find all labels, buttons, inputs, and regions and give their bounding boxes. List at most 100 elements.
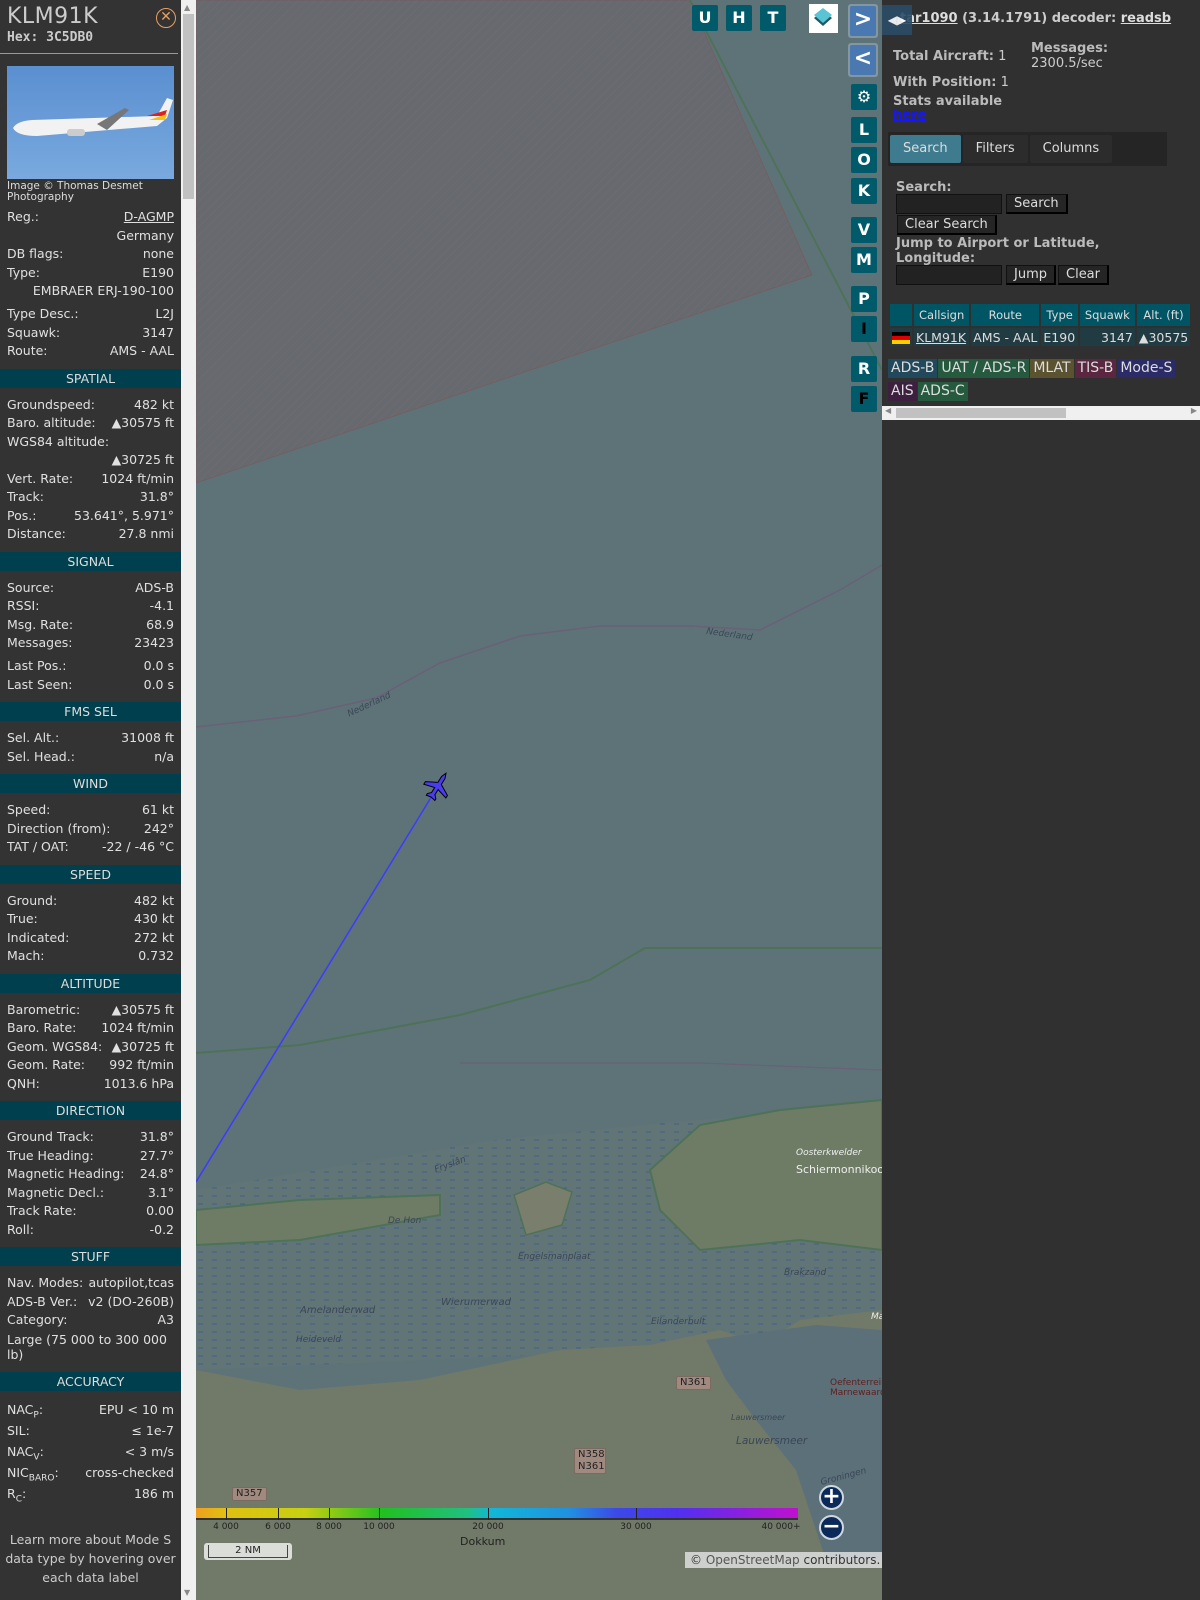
border-line [460, 1062, 882, 1071]
side-button-l[interactable]: L [851, 117, 877, 143]
info-label: Msg. Rate: [7, 616, 74, 632]
close-icon[interactable]: ✕ [156, 8, 176, 28]
table-row[interactable]: KLM91K AMS - AAL E190 3147 ▲30575 [890, 328, 1191, 346]
clear-search-button[interactable]: Clear Search [897, 215, 997, 235]
info-value: 27.7° [139, 1147, 174, 1163]
info-row: RC: 186 m [0, 1483, 181, 1505]
info-label: Indicated: [7, 929, 70, 945]
info-panel-scrollbar[interactable]: ▲ ▼ [181, 0, 196, 1600]
info-label: Source: [7, 579, 55, 595]
legend-tick-label: 10 000 [363, 1522, 395, 1532]
tab-columns[interactable]: Columns [1029, 135, 1113, 163]
info-value: 31.8° [139, 1129, 174, 1144]
attribution-prefix: © [690, 1553, 706, 1567]
stat-label: Total Aircraft: [893, 49, 994, 64]
info-value: 1024 ft/min [101, 1020, 174, 1035]
info-row: Category: A3 [0, 1311, 181, 1330]
toggle-sidebar-button[interactable]: ◀▶ [882, 5, 912, 35]
info-label: Messages: [7, 635, 73, 650]
jump-button[interactable]: Jump [1006, 265, 1056, 285]
info-label: Type: [7, 264, 40, 280]
side-button-o[interactable]: O [851, 147, 877, 173]
scroll-right-icon[interactable]: ▶ [1191, 406, 1197, 415]
map-label: Schiermonnikoog [796, 1163, 882, 1176]
clear-button[interactable]: Clear [1058, 265, 1109, 285]
info-value: 482 kt [134, 892, 174, 908]
decoder-link[interactable]: readsb [1121, 11, 1171, 26]
border-line [196, 564, 882, 728]
info-row: Msg. Rate: 68.9 [0, 616, 181, 635]
info-label: RC: [7, 1485, 27, 1505]
jump-input[interactable] [896, 265, 1002, 285]
column-header-altitude[interactable]: Alt. (ft) [1136, 304, 1191, 326]
column-header-squawk[interactable]: Squawk [1079, 304, 1135, 326]
table-horizontal-scrollbar[interactable]: ◀ ▶ [882, 406, 1200, 420]
stats-label: Stats available [893, 94, 1003, 109]
side-button-i[interactable]: I [851, 316, 877, 342]
stats-link[interactable]: here [893, 108, 926, 123]
info-label: Magnetic Decl.: [7, 1184, 105, 1200]
aircraft-icon[interactable] [420, 766, 457, 804]
map-label: Wierumerwad [441, 1297, 511, 1308]
tab-filters[interactable]: Filters [962, 135, 1028, 163]
scroll-down-icon[interactable]: ▼ [184, 1588, 190, 1597]
column-header-flag[interactable] [890, 304, 912, 326]
osm-link[interactable]: OpenStreetMap [706, 1553, 800, 1567]
info-label: Nav. Modes: [7, 1275, 84, 1290]
side-button-r[interactable]: R [851, 356, 877, 382]
attribution-suffix: contributors. [799, 1553, 881, 1567]
scroll-left-icon[interactable]: ◀ [885, 406, 891, 415]
legend-tick-label: 30 000 [620, 1522, 652, 1532]
info-label: Category: [7, 1312, 68, 1327]
road-label-text: N361 [578, 1461, 605, 1472]
flag-germany-icon [890, 328, 912, 346]
zoom-out-button[interactable]: − [819, 1515, 844, 1540]
toggle-button-t[interactable]: T [760, 5, 786, 31]
scroll-up-icon[interactable]: ▲ [184, 3, 190, 12]
legend-tick [278, 1508, 279, 1520]
tab-search[interactable]: Search [890, 135, 961, 163]
scrollbar-thumb[interactable] [896, 408, 1066, 418]
info-value: v2 (DO-260B) [88, 1293, 174, 1309]
aircraft-photo[interactable] [7, 66, 174, 179]
info-value: 3147 [142, 324, 174, 340]
search-input[interactable] [896, 194, 1002, 214]
column-header-type[interactable]: Type [1041, 304, 1078, 326]
info-label: Barometric: [7, 1001, 81, 1017]
side-button-v[interactable]: V [851, 217, 877, 243]
info-value: 1013.6 hPa [103, 1075, 174, 1091]
zoom-in-button[interactable]: + [819, 1485, 844, 1510]
cell-callsign[interactable]: KLM91K [914, 328, 970, 346]
layers-button[interactable] [809, 4, 838, 33]
legend-tick-label: 40 000+ [761, 1522, 801, 1532]
info-row: Reg.: D-AGMP [0, 208, 181, 227]
toggle-button-h[interactable]: H [726, 5, 752, 31]
next-aircraft-button[interactable]: > [848, 4, 878, 38]
map-label: De Hon [388, 1216, 422, 1226]
column-header-callsign[interactable]: Callsign [914, 304, 970, 326]
toggle-button-u[interactable]: U [692, 5, 718, 31]
side-button-m[interactable]: M [851, 247, 877, 273]
info-value: ≤ 1e-7 [131, 1422, 174, 1438]
column-header-route[interactable]: Route [971, 304, 1040, 326]
map-canvas[interactable] [196, 0, 882, 1600]
map-label: Brakzand [784, 1268, 827, 1278]
side-button-k[interactable]: K [851, 178, 877, 204]
search-label: Search: [896, 180, 952, 195]
info-value[interactable]: D-AGMP [124, 208, 174, 227]
map[interactable]: Nederland Nederland Oosterkwelder Schier… [196, 0, 882, 1600]
previous-aircraft-button[interactable]: < [848, 43, 878, 77]
divider [0, 53, 178, 54]
side-button-f[interactable]: F [851, 386, 877, 412]
side-button-p[interactable]: P [851, 286, 877, 312]
search-button[interactable]: Search [1006, 194, 1068, 214]
info-label: Baro. Rate: [7, 1020, 77, 1035]
info-row: Magnetic Heading: 24.8° [0, 1165, 181, 1184]
airplane-photo-image [13, 98, 173, 136]
scrollbar-thumb[interactable] [183, 14, 194, 199]
settings-button[interactable]: ⚙ [851, 84, 877, 110]
info-row: Germany [0, 227, 181, 246]
info-row: Indicated: 272 kt [0, 929, 181, 948]
jump-label: Jump to Airport or Latitude, Longitude: [896, 236, 1100, 266]
map-label: Lauwersmeer [736, 1435, 808, 1447]
